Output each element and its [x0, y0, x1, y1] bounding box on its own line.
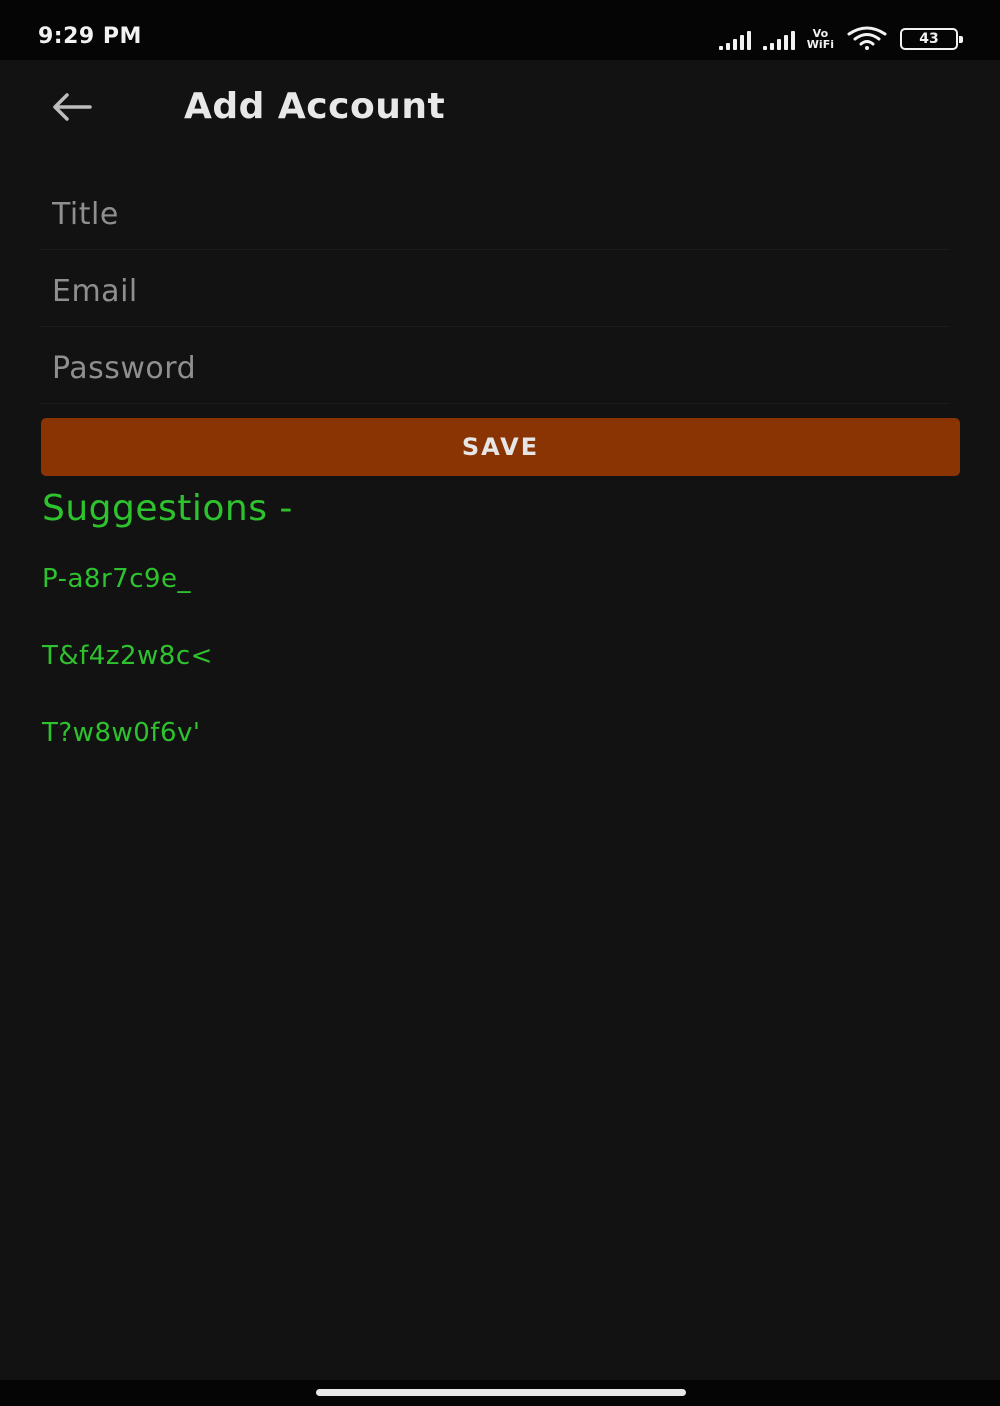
home-indicator[interactable]	[316, 1389, 686, 1396]
suggestions-heading: Suggestions -	[42, 488, 293, 529]
wifi-icon	[847, 26, 887, 50]
title-input[interactable]	[40, 180, 950, 249]
status-icons: Vo WiFi 43	[718, 24, 963, 50]
back-button[interactable]	[44, 82, 100, 132]
status-bar: 9:29 PM Vo WiFi 43	[0, 0, 1000, 60]
arrow-left-icon	[53, 93, 92, 121]
add-account-screen: 9:29 PM Vo WiFi 43 Add Account Title Ema…	[0, 0, 1000, 1406]
suggestion-item[interactable]: P-a8r7c9e_	[42, 564, 191, 594]
title-field	[40, 180, 950, 250]
battery-level: 43	[919, 31, 939, 47]
email-field	[40, 257, 950, 327]
battery-icon: 43	[900, 28, 963, 50]
status-time: 9:29 PM	[38, 24, 142, 49]
page-title: Add Account	[184, 86, 446, 127]
password-input[interactable]	[40, 334, 950, 403]
suggestion-item[interactable]: T?w8w0f6v'	[42, 718, 201, 748]
signal-icon	[718, 30, 751, 50]
vowifi-icon: Vo WiFi	[807, 28, 834, 50]
signal-icon	[762, 30, 795, 50]
vowifi-label-bottom: WiFi	[806, 38, 834, 51]
suggestion-item[interactable]: T&f4z2w8c<	[42, 641, 213, 671]
email-input[interactable]	[40, 257, 950, 326]
save-button[interactable]: SAVE	[41, 418, 960, 476]
app-bar: Add Account	[0, 60, 1000, 156]
password-field	[40, 334, 950, 404]
